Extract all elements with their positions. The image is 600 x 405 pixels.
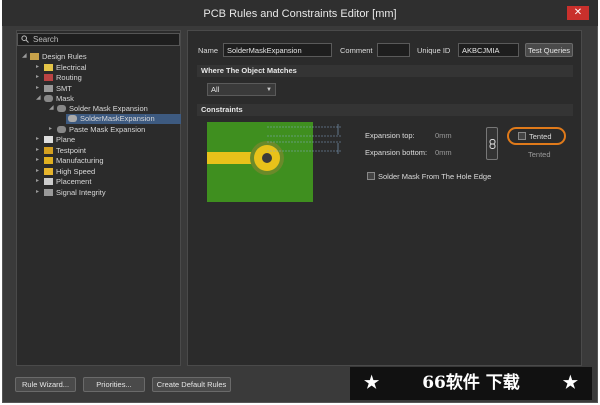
chain-link-icon <box>489 139 496 149</box>
unique-id-field[interactable]: AKBCJMIA <box>458 43 519 57</box>
tented-label: Tented <box>529 132 552 141</box>
rule-icon <box>68 115 77 122</box>
expansion-top-value[interactable]: 0mm <box>435 131 452 140</box>
search-placeholder: Search <box>33 35 59 44</box>
rule-wizard-button[interactable]: Rule Wizard... <box>15 377 76 392</box>
mask-icon <box>44 95 53 102</box>
collapse-arrow-icon[interactable]: ▸ <box>36 178 41 184</box>
chevron-down-icon: ▼ <box>266 87 272 93</box>
tree-item-label: Routing <box>56 73 82 82</box>
expand-arrow-icon[interactable]: ◢ <box>22 53 27 59</box>
solder-mask-hole-edge-label: Solder Mask From The Hole Edge <box>378 172 492 181</box>
collapse-arrow-icon[interactable]: ▸ <box>36 168 41 174</box>
tree-item-label: High Speed <box>56 167 96 176</box>
expand-arrow-icon[interactable]: ◢ <box>36 95 41 101</box>
tree-item-label: Mask <box>56 94 74 103</box>
solder-mask-hole-edge-checkbox[interactable] <box>367 172 375 180</box>
priorities-button[interactable]: Priorities... <box>83 377 145 392</box>
watermark-overlay: ★ 66软件 下载 ★ <box>350 367 592 400</box>
rule-name-field[interactable]: SolderMaskExpansion <box>223 43 332 57</box>
solder-mask-diagram <box>207 122 341 202</box>
name-label: Name <box>198 46 219 55</box>
create-default-rules-button[interactable]: Create Default Rules <box>152 377 231 392</box>
rules-tree-panel <box>16 30 181 366</box>
collapse-arrow-icon[interactable]: ▸ <box>49 126 54 132</box>
tree-item-label: SMT <box>56 84 72 93</box>
signal-integrity-icon <box>44 189 53 196</box>
collapse-arrow-icon[interactable]: ▸ <box>36 136 41 142</box>
watermark-text: 66软件 下载 <box>422 373 520 393</box>
tree-item-label: Design Rules <box>42 52 87 61</box>
unique-id-label: Unique ID <box>417 46 451 55</box>
close-button[interactable]: ✕ <box>567 6 589 20</box>
tree-item-label: Solder Mask Expansion <box>69 104 148 113</box>
tree-item-label: Signal Integrity <box>56 188 106 197</box>
testpoint-icon <box>44 147 53 154</box>
manufacturing-icon <box>44 157 53 164</box>
collapse-arrow-icon[interactable]: ▸ <box>36 74 41 80</box>
tree-item-soldermaskexpansion-rule[interactable]: SolderMaskExpansion <box>66 114 181 124</box>
mask-icon <box>57 126 66 133</box>
collapse-arrow-icon[interactable]: ▸ <box>36 147 41 153</box>
comment-label: Comment <box>340 46 373 55</box>
collapse-arrow-icon[interactable]: ▸ <box>36 157 41 163</box>
tented-checkbox[interactable] <box>518 132 526 140</box>
routing-icon <box>44 74 53 81</box>
tree-item-label: Paste Mask Expansion <box>69 125 146 134</box>
where-object-matches-header: Where The Object Matches <box>197 65 573 77</box>
tree-item-label: Plane <box>56 135 76 144</box>
title-bar: PCB Rules and Constraints Editor [mm] <box>2 0 598 26</box>
expand-arrow-icon[interactable]: ◢ <box>49 105 54 111</box>
star-icon: ★ <box>562 373 578 393</box>
tree-item-label: Testpoint <box>56 146 87 155</box>
tree-item-label: Electrical <box>56 63 87 72</box>
expansion-top-label: Expansion top: <box>365 131 415 140</box>
mask-icon <box>57 105 66 112</box>
test-queries-button[interactable]: Test Queries <box>525 43 573 57</box>
constraints-header: Constraints <box>197 104 573 116</box>
folder-icon <box>30 53 39 60</box>
star-icon: ★ <box>364 373 380 393</box>
tree-item-label: Manufacturing <box>56 156 104 165</box>
search-icon <box>21 35 29 43</box>
collapse-arrow-icon[interactable]: ▸ <box>36 189 41 195</box>
expansion-bottom-label: Expansion bottom: <box>365 148 428 157</box>
tented-label-secondary: Tented <box>528 150 551 159</box>
smt-icon <box>44 85 53 92</box>
tree-item-label: SolderMaskExpansion <box>80 114 155 123</box>
plane-icon <box>44 136 53 143</box>
collapse-arrow-icon[interactable]: ▸ <box>36 64 41 70</box>
link-toggle-button[interactable] <box>486 127 498 160</box>
electrical-icon <box>44 64 53 71</box>
where-select[interactable]: All ▼ <box>207 83 276 96</box>
comment-field[interactable] <box>377 43 410 57</box>
collapse-arrow-icon[interactable]: ▸ <box>36 85 41 91</box>
placement-icon <box>44 178 53 185</box>
tree-item-label: Placement <box>56 177 92 186</box>
where-select-value: All <box>211 85 220 94</box>
expansion-bottom-value[interactable]: 0mm <box>435 148 452 157</box>
window-title: PCB Rules and Constraints Editor [mm] <box>203 8 397 20</box>
high-speed-icon <box>44 168 53 175</box>
